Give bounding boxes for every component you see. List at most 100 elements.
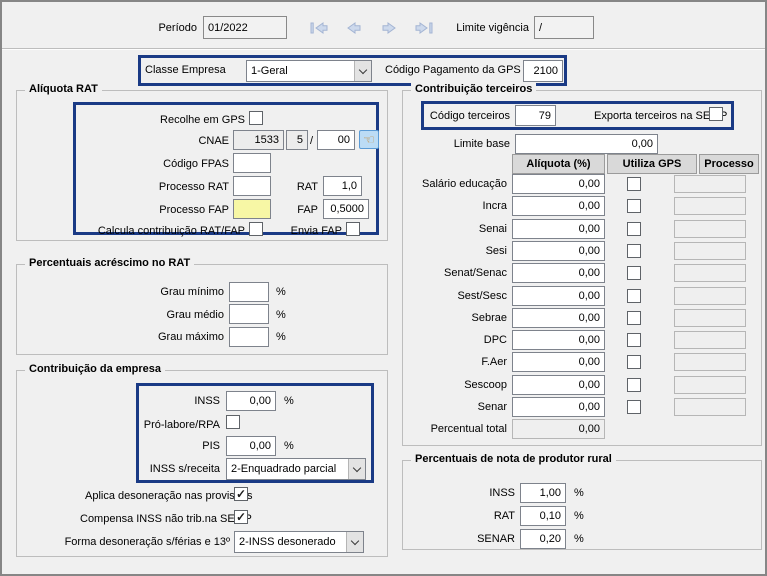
utiliza-gps-checkbox-sebrae[interactable]	[627, 311, 641, 325]
utiliza-gps-checkbox-sescoop[interactable]	[627, 378, 641, 392]
grau-medio-input[interactable]	[229, 304, 269, 324]
processo-field-senai	[674, 220, 746, 238]
aplica-desoneracao-label: Aplica desoneração nas provisões	[85, 490, 230, 503]
cnae-separator: /	[310, 135, 313, 148]
header-utiliza-gps: Utiliza GPS	[607, 154, 697, 174]
aliquota-input-sest-sesc[interactable]: 0,00	[512, 286, 605, 306]
rural-inss-label: INSS	[470, 487, 515, 500]
cnae-code-field[interactable]: 1533	[233, 130, 284, 150]
aliquota-input-incra[interactable]: 0,00	[512, 196, 605, 216]
inss-receita-label: INSS s/receita	[146, 463, 220, 476]
processo-field-sest-sesc	[674, 287, 746, 305]
periodo-label: Período	[129, 22, 197, 35]
utiliza-gps-checkbox-sesi[interactable]	[627, 244, 641, 258]
row-label-faer: F.Aer	[392, 356, 507, 369]
utiliza-gps-checkbox-faer[interactable]	[627, 355, 641, 369]
rural-senar-input[interactable]: 0,20	[520, 529, 566, 549]
utiliza-gps-checkbox-dpc[interactable]	[627, 333, 641, 347]
next-record-button[interactable]	[376, 18, 402, 38]
prolabore-checkbox[interactable]	[226, 415, 240, 429]
exporta-sefip-checkbox[interactable]	[709, 107, 723, 121]
compensa-inss-checkbox[interactable]	[234, 510, 248, 524]
cnae-suffix-field[interactable]: 00	[317, 130, 355, 150]
recolhe-gps-checkbox[interactable]	[249, 111, 263, 125]
row-label-senat-senac: Senat/Senac	[392, 267, 507, 280]
processo-field-sebrae	[674, 309, 746, 327]
utiliza-gps-checkbox-sest-sesc[interactable]	[627, 289, 641, 303]
rural-inss-suffix: %	[574, 487, 584, 500]
utiliza-gps-checkbox-incra[interactable]	[627, 199, 641, 213]
inss-empresa-input[interactable]: 0,00	[226, 391, 276, 411]
compensa-inss-label: Compensa INSS não trib.na SEFIP	[80, 513, 230, 526]
rural-inss-input[interactable]: 1,00	[520, 483, 566, 503]
aliquota-input-faer[interactable]: 0,00	[512, 352, 605, 372]
rat-input[interactable]: 1,0	[323, 176, 362, 196]
periodo-input[interactable]: 01/2022	[203, 16, 287, 39]
cnae-digit-field[interactable]: 5	[286, 130, 308, 150]
utiliza-gps-checkbox-salario-educacao[interactable]	[627, 177, 641, 191]
aliquota-input-sesi[interactable]: 0,00	[512, 241, 605, 261]
aliquota-input-senat-senac[interactable]: 0,00	[512, 263, 605, 283]
envia-fap-checkbox[interactable]	[346, 222, 360, 236]
processo-field-faer	[674, 353, 746, 371]
aliquota-input-sescoop[interactable]: 0,00	[512, 375, 605, 395]
header-processo: Processo	[699, 154, 759, 174]
contribuicao-empresa-title: Contribuição da empresa	[25, 363, 165, 375]
limite-vigencia-input[interactable]: /	[534, 16, 594, 39]
calcula-contribuicao-checkbox[interactable]	[249, 222, 263, 236]
row-label-sest-sesc: Sest/Sesc	[392, 290, 507, 303]
row-label-senai: Senai	[392, 223, 507, 236]
row-label-dpc: DPC	[392, 334, 507, 347]
pis-suffix: %	[284, 440, 294, 453]
processo-field-sescoop	[674, 376, 746, 394]
cnae-lookup-hand-icon[interactable]: ☜	[359, 130, 379, 149]
aplica-desoneracao-checkbox[interactable]	[234, 487, 248, 501]
fap-input[interactable]: 0,5000	[323, 199, 369, 219]
limite-base-input[interactable]: 0,00	[515, 134, 658, 154]
aliquota-input-senai[interactable]: 0,00	[512, 219, 605, 239]
aliquota-input-senar[interactable]: 0,00	[512, 397, 605, 417]
grau-maximo-input[interactable]	[229, 327, 269, 347]
pis-input[interactable]: 0,00	[226, 436, 276, 456]
row-label-senar: Senar	[392, 401, 507, 414]
codigo-terceiros-label: Código terceiros	[428, 110, 510, 123]
processo-fap-input[interactable]	[233, 199, 271, 219]
row-label-sescoop: Sescoop	[392, 379, 507, 392]
grau-maximo-label: Grau máximo	[142, 331, 224, 344]
percentuais-rat-title: Percentuais acréscimo no RAT	[25, 257, 194, 269]
aliquota-input-salario-educacao[interactable]: 0,00	[512, 174, 605, 194]
forma-desoneracao-select[interactable]: 2-INSS desonerado	[234, 531, 364, 553]
last-record-button[interactable]	[411, 18, 437, 38]
codigo-terceiros-input[interactable]: 79	[515, 105, 556, 126]
rural-rat-input[interactable]: 0,10	[520, 506, 566, 526]
classe-empresa-value: 1-Geral	[251, 65, 288, 77]
cnae-label: CNAE	[187, 135, 229, 148]
utiliza-gps-checkbox-senai[interactable]	[627, 222, 641, 236]
inss-empresa-suffix: %	[284, 395, 294, 408]
grau-medio-label: Grau médio	[142, 309, 224, 322]
grau-maximo-suffix: %	[276, 331, 286, 344]
codigo-pagamento-gps-label: Código Pagamento da GPS	[385, 64, 520, 77]
processo-rat-input[interactable]	[233, 176, 271, 196]
row-label-sesi: Sesi	[392, 245, 507, 258]
utiliza-gps-checkbox-senar[interactable]	[627, 400, 641, 414]
header-aliquota: Alíquota (%)	[512, 154, 605, 174]
inss-receita-select[interactable]: 2-Enquadrado parcial	[226, 458, 366, 480]
processo-field-incra	[674, 197, 746, 215]
row-label-salario-educacao: Salário educação	[392, 178, 507, 191]
first-record-button[interactable]	[306, 18, 332, 38]
aliquota-input-sebrae[interactable]: 0,00	[512, 308, 605, 328]
processo-field-senat-senac	[674, 264, 746, 282]
last-record-icon	[412, 19, 436, 37]
forma-desoneracao-value: 2-INSS desonerado	[239, 536, 336, 548]
classe-empresa-select[interactable]: 1-Geral	[246, 60, 372, 82]
grau-medio-suffix: %	[276, 309, 286, 322]
row-label-incra: Incra	[392, 200, 507, 213]
previous-record-button[interactable]	[341, 18, 367, 38]
grau-minimo-input[interactable]	[229, 282, 269, 302]
rural-senar-suffix: %	[574, 533, 584, 546]
codigo-fpas-input[interactable]	[233, 153, 271, 173]
utiliza-gps-checkbox-senat-senac[interactable]	[627, 266, 641, 280]
codigo-pagamento-gps-input[interactable]: 2100	[523, 60, 563, 82]
aliquota-input-dpc[interactable]: 0,00	[512, 330, 605, 350]
